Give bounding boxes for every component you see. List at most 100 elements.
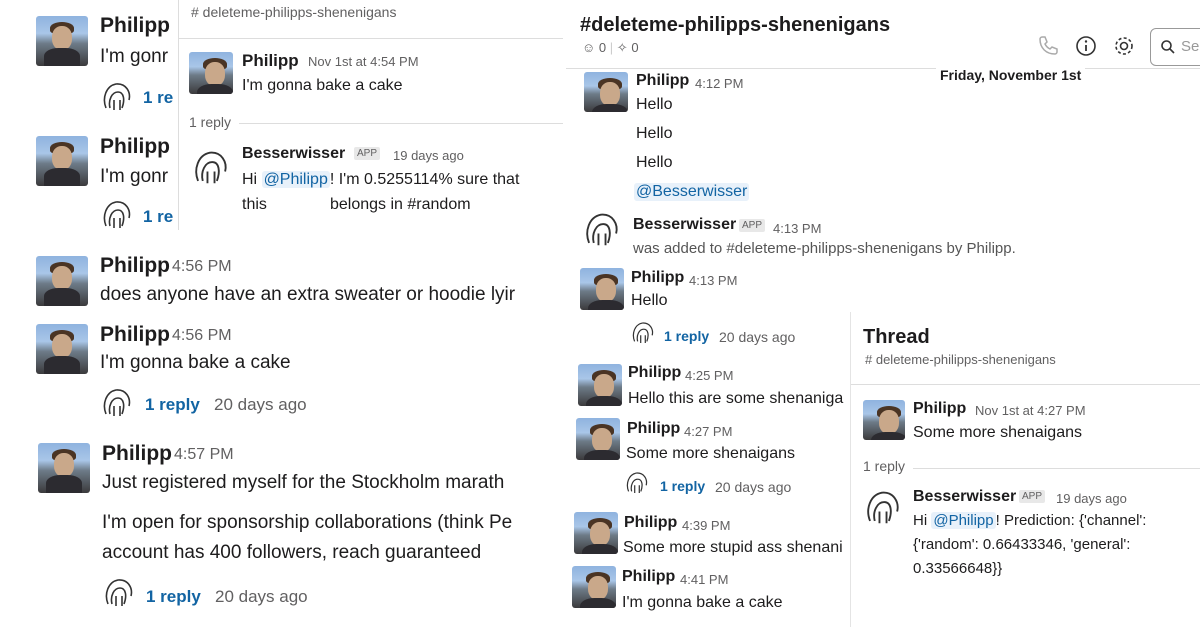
- avatar[interactable]: [863, 400, 905, 440]
- date-divider[interactable]: Friday, November 1st: [936, 67, 1086, 83]
- avatar[interactable]: [36, 256, 88, 306]
- bot-name[interactable]: Besserwisser: [242, 145, 345, 163]
- message-text: Hello: [636, 96, 673, 113]
- app-badge: APP: [739, 219, 766, 232]
- sender-name[interactable]: Philipp: [102, 442, 172, 466]
- bot-avatar-icon[interactable]: [191, 148, 231, 188]
- search-box[interactable]: Se: [1150, 28, 1200, 66]
- pin-count[interactable]: 0: [631, 40, 638, 55]
- replier-avatar-icon: [103, 83, 131, 110]
- reply-count-link[interactable]: 1 reply: [660, 478, 705, 494]
- message-text: Some more shenaigans: [913, 424, 1082, 441]
- message-text: I'm gonr: [100, 166, 169, 187]
- user-mention[interactable]: @Besserwisser: [634, 183, 750, 201]
- message-text: Hi @Philipp! I'm 0.5255114% sure that: [242, 171, 519, 189]
- divider: [566, 68, 1200, 69]
- message-time[interactable]: 4:25 PM: [685, 368, 733, 383]
- message-time[interactable]: 4:12 PM: [695, 76, 743, 91]
- message-text: Hello: [636, 154, 673, 171]
- message-time[interactable]: Nov 1st at 4:27 PM: [975, 403, 1086, 418]
- message-time[interactable]: 4:57 PM: [174, 446, 234, 464]
- message-text: Hello: [631, 292, 668, 309]
- message-time[interactable]: 4:27 PM: [684, 424, 732, 439]
- avatar[interactable]: [584, 72, 628, 112]
- bot-name[interactable]: Besserwisser: [913, 488, 1016, 506]
- text-segment: Hi: [913, 512, 932, 529]
- message-time[interactable]: 4:56 PM: [172, 258, 232, 276]
- avatar[interactable]: [36, 136, 88, 186]
- divider: [913, 468, 1200, 469]
- member-count[interactable]: 0: [599, 40, 606, 55]
- thread-channel-name[interactable]: # deleteme-philipps-shenenigans: [865, 352, 1056, 367]
- reply-count-link[interactable]: 1 reply: [145, 395, 200, 415]
- avatar[interactable]: [572, 566, 616, 608]
- separator: |: [609, 40, 614, 55]
- message-text: I'm gonr: [100, 46, 169, 67]
- thread-title: Thread: [863, 326, 930, 348]
- reply-count: 1 reply: [189, 114, 232, 130]
- sender-name[interactable]: Philipp: [100, 323, 170, 347]
- divider: [179, 38, 563, 39]
- sender-name[interactable]: Philipp: [242, 51, 299, 71]
- bot-name[interactable]: Besserwisser: [633, 216, 736, 234]
- channel-title[interactable]: #deleteme-philipps-shenenigans: [580, 14, 890, 37]
- sender-name[interactable]: Philipp: [913, 400, 966, 418]
- message-time[interactable]: 4:56 PM: [172, 327, 232, 345]
- message-text: account has 400 followers, reach guarant…: [102, 542, 482, 563]
- message-time[interactable]: 4:41 PM: [680, 572, 728, 587]
- message-text: Some more stupid ass shenani: [623, 539, 843, 556]
- message-time[interactable]: 19 days ago: [1056, 491, 1127, 506]
- avatar[interactable]: [189, 52, 233, 94]
- message-text: Hello: [636, 125, 673, 142]
- avatar[interactable]: [574, 512, 618, 554]
- replier-avatar-icon: [632, 322, 654, 343]
- message-text: does anyone have an extra sweater or hoo…: [100, 284, 516, 305]
- sender-name[interactable]: Philipp: [628, 364, 681, 382]
- message-time[interactable]: Nov 1st at 4:54 PM: [308, 54, 419, 69]
- sender-name[interactable]: Philipp: [100, 135, 170, 159]
- bot-avatar-icon[interactable]: [582, 210, 622, 250]
- message-text: Some more shenaigans: [626, 445, 795, 462]
- sender-name[interactable]: Philipp: [622, 568, 675, 586]
- sender-name[interactable]: Philipp: [636, 72, 689, 90]
- message-time[interactable]: 4:13 PM: [773, 221, 821, 236]
- message-text: this: [242, 196, 267, 213]
- thread-panel: # deleteme-philipps-shenenigans Philipp …: [178, 0, 563, 230]
- app-badge: APP: [354, 147, 381, 160]
- sender-name[interactable]: Philipp: [627, 420, 680, 438]
- thread-channel-name[interactable]: # deleteme-philipps-shenenigans: [191, 4, 396, 20]
- last-reply-time: 20 days ago: [215, 587, 308, 606]
- sender-name[interactable]: Philipp: [100, 254, 170, 278]
- thread-panel: Thread # deleteme-philipps-shenenigans P…: [850, 312, 1200, 627]
- sender-name[interactable]: Philipp: [631, 269, 684, 287]
- info-icon[interactable]: [1074, 34, 1098, 58]
- reply-count-link[interactable]: 1 re: [143, 88, 173, 108]
- gear-icon[interactable]: [1112, 34, 1136, 58]
- avatar[interactable]: [578, 364, 622, 406]
- reply-count-link[interactable]: 1 reply: [664, 328, 709, 344]
- sender-name[interactable]: Philipp: [624, 514, 677, 532]
- pin-icon: ✧: [616, 40, 628, 55]
- members-icon: ☺: [582, 40, 596, 55]
- avatar[interactable]: [36, 324, 88, 374]
- replier-avatar-icon: [626, 472, 648, 493]
- avatar[interactable]: [576, 418, 620, 460]
- user-mention[interactable]: @Philipp: [931, 512, 996, 529]
- avatar[interactable]: [36, 16, 88, 66]
- last-reply-time: 20 days ago: [719, 329, 796, 345]
- sender-name[interactable]: Philipp: [100, 14, 170, 38]
- message-time[interactable]: 4:13 PM: [689, 273, 737, 288]
- message-text: Just registered myself for the Stockholm…: [102, 472, 505, 493]
- reply-count-link[interactable]: 1 re: [143, 207, 173, 227]
- avatar[interactable]: [580, 268, 624, 310]
- message-text: belongs in #random: [330, 196, 471, 213]
- bot-avatar-icon[interactable]: [863, 488, 903, 528]
- phone-icon[interactable]: [1036, 34, 1060, 58]
- message-text: Hello this are some shenaniga: [628, 390, 844, 407]
- message-time[interactable]: 4:39 PM: [682, 518, 730, 533]
- reply-count: 1 reply: [863, 458, 906, 474]
- message-time[interactable]: 19 days ago: [393, 148, 464, 163]
- reply-count-link[interactable]: 1 reply: [146, 587, 201, 607]
- user-mention[interactable]: @Philipp: [261, 171, 330, 188]
- avatar[interactable]: [38, 443, 90, 493]
